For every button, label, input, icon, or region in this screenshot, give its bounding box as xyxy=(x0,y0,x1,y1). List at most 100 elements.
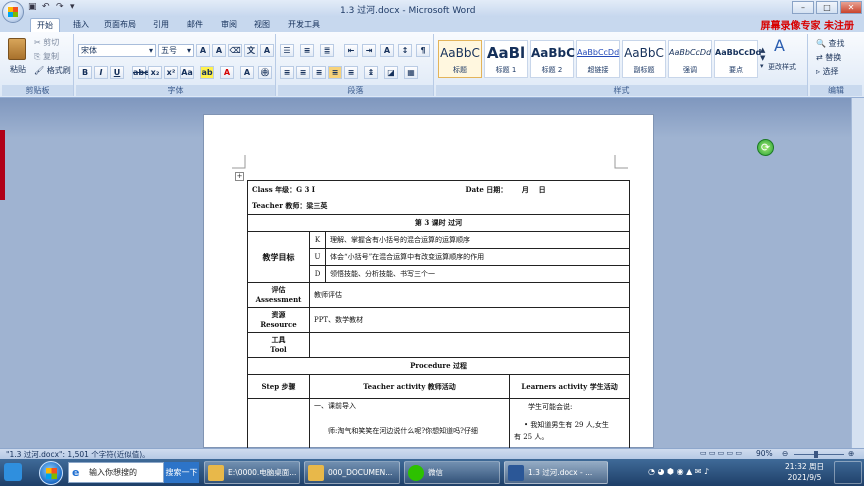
font-size-select[interactable]: 五号 ▾ xyxy=(158,44,194,57)
zoom-slider-thumb[interactable] xyxy=(814,451,818,458)
document-page[interactable]: + Class 年级：G 3 I Date 日期： 月 日 Teacher 教师… xyxy=(203,114,654,459)
decrease-indent-icon[interactable]: ⇤ xyxy=(344,44,358,57)
qat-dropdown-icon[interactable]: ▾ xyxy=(70,2,75,12)
chinese-layout-icon[interactable]: A xyxy=(380,44,394,57)
find-button[interactable]: 🔍 查找 xyxy=(816,38,845,49)
tab-review[interactable]: 审阅 xyxy=(221,18,237,32)
highlight-icon[interactable]: ab xyxy=(200,66,214,79)
paste-icon[interactable] xyxy=(8,38,26,60)
style-emphasis[interactable]: AaBbCcDd 强调 xyxy=(668,40,712,78)
shading-icon[interactable]: ◪ xyxy=(384,66,398,79)
cut-button[interactable]: ✂ 剪切 xyxy=(34,37,59,48)
tab-view[interactable]: 视图 xyxy=(254,18,270,32)
underline-icon[interactable]: U xyxy=(110,66,124,79)
char-shading-icon[interactable]: A xyxy=(240,66,254,79)
vertical-scrollbar[interactable] xyxy=(851,98,864,448)
minimize-button[interactable]: – xyxy=(792,1,814,14)
tray-icons[interactable]: ◔ ◕ ⬢ ◉ ▲ ✉ ♪ xyxy=(648,467,709,476)
line-spacing-icon[interactable]: ↨ xyxy=(364,66,378,79)
tab-home[interactable]: 开始 xyxy=(30,18,60,32)
paste-button[interactable]: 粘贴 xyxy=(10,64,26,75)
style-title[interactable]: AaBbC 标题 xyxy=(438,40,482,78)
teacher-line-2: 师:淘气和笑笑在河边说什么呢?你想知道吗?仔细 xyxy=(328,427,478,435)
format-painter-button[interactable]: 🖌 格式刷 xyxy=(34,65,71,76)
ribbon-tabs: 开始 插入 页面布局 引用 邮件 审阅 视图 开发工具 屏幕录像专家 未注册 xyxy=(0,17,864,32)
style-subtitle[interactable]: AaBbC 副标题 xyxy=(622,40,666,78)
show-desktop-button[interactable] xyxy=(834,461,862,484)
align-center-icon[interactable]: ≡ xyxy=(296,66,310,79)
redo-icon[interactable]: ↷ xyxy=(56,2,64,12)
copy-button[interactable]: ⎘ 复制 xyxy=(34,51,59,62)
sort-icon[interactable]: ↕ xyxy=(398,44,412,57)
style-heading-1[interactable]: AaBl 标题 1 xyxy=(484,40,528,78)
numbering-icon[interactable]: ≡ xyxy=(300,44,314,57)
close-button[interactable]: ✕ xyxy=(840,1,862,14)
justify-icon[interactable]: ≡ xyxy=(328,66,342,79)
replace-button[interactable]: ⇄ 替换 xyxy=(816,52,841,63)
refresh-icon[interactable]: ⟳ xyxy=(757,139,774,156)
zoom-level[interactable]: 90% xyxy=(756,449,773,458)
maximize-button[interactable]: □ xyxy=(816,1,838,14)
change-styles-icon[interactable]: A xyxy=(774,36,785,55)
zoom-out-icon[interactable]: ⊖ xyxy=(782,449,788,458)
show-marks-icon[interactable]: ¶ xyxy=(416,44,430,57)
align-left-icon[interactable]: ≡ xyxy=(280,66,294,79)
recorder-watermark: 屏幕录像专家 未注册 xyxy=(760,21,854,32)
status-bar: "1.3 过河.docx": 1,501 个字符(近似值)。 ▭ ▭ ▭ ▭ ▭… xyxy=(0,448,864,459)
styles-scroll-icon[interactable]: ▲ ▼ ▾ xyxy=(760,46,765,70)
select-button[interactable]: ▹ 选择 xyxy=(816,66,839,77)
wechat-icon xyxy=(408,465,424,481)
strikethrough-icon[interactable]: abc xyxy=(132,66,149,79)
class-row: Class 年级：G 3 I Date 日期： 月 日 xyxy=(246,180,631,198)
bullets-icon[interactable]: ☰ xyxy=(280,44,294,57)
task-explorer-2[interactable]: 000_DOCUMEN... xyxy=(304,461,400,484)
clear-format-icon[interactable]: ⌫ xyxy=(228,44,242,57)
distributed-icon[interactable]: ≡ xyxy=(344,66,358,79)
tool-value xyxy=(308,332,631,358)
char-border-icon[interactable]: A xyxy=(260,44,274,57)
italic-icon[interactable]: I xyxy=(94,66,108,79)
subscript-icon[interactable]: x₂ xyxy=(148,66,162,79)
zoom-slider[interactable] xyxy=(794,454,844,455)
grow-font-icon[interactable]: A xyxy=(196,44,210,57)
tab-insert[interactable]: 插入 xyxy=(73,18,89,32)
align-right-icon[interactable]: ≡ xyxy=(312,66,326,79)
change-styles-button[interactable]: 更改样式 xyxy=(768,62,796,72)
objectives-label: 教学目标 xyxy=(247,231,310,283)
task-word[interactable]: 1.3 过河.docx - ... xyxy=(504,461,608,484)
font-color-icon[interactable]: A xyxy=(220,66,234,79)
style-hyperlink[interactable]: AaBbCcDd 超链接 xyxy=(576,40,620,78)
undo-icon[interactable]: ↶ xyxy=(42,2,50,12)
clock[interactable]: 21:32 周日 2021/9/5 xyxy=(785,461,824,483)
superscript-icon[interactable]: x² xyxy=(164,66,178,79)
borders-icon[interactable]: ▦ xyxy=(404,66,418,79)
task-wechat[interactable]: 微信 xyxy=(404,461,500,484)
zoom-in-icon[interactable]: ⊕ xyxy=(848,449,854,458)
table-move-handle[interactable]: + xyxy=(235,172,244,181)
style-heading-2[interactable]: AaBbC 标题 2 xyxy=(530,40,575,78)
tab-page-layout[interactable]: 页面布局 xyxy=(104,18,136,32)
app-launcher-icon[interactable] xyxy=(4,463,22,481)
increase-indent-icon[interactable]: ⇥ xyxy=(362,44,376,57)
change-case-icon[interactable]: Aa xyxy=(180,66,194,79)
procedure-header: Procedure 过程 xyxy=(246,357,631,375)
task-explorer-1[interactable]: E:\0000.电脑桌面... xyxy=(204,461,300,484)
bold-icon[interactable]: B xyxy=(78,66,92,79)
start-button[interactable] xyxy=(39,461,63,485)
font-name-select[interactable]: 宋体 ▾ xyxy=(78,44,156,57)
view-buttons[interactable]: ▭ ▭ ▭ ▭ ▭ xyxy=(700,449,742,457)
tab-mailings[interactable]: 邮件 xyxy=(187,18,203,32)
style-strong[interactable]: AaBbCcDd 要点 xyxy=(714,40,761,78)
pinyin-icon[interactable]: 文 xyxy=(244,44,258,57)
enclose-char-icon[interactable]: ㊥ xyxy=(258,66,272,79)
save-icon[interactable]: ▣ xyxy=(28,2,37,12)
window-title: 1.3 过河.docx - Microsoft Word xyxy=(340,6,476,16)
taskbar-search-input[interactable]: e 输入你想搜的 xyxy=(68,462,164,483)
multilevel-list-icon[interactable]: ≣ xyxy=(320,44,334,57)
editing-label: 编辑 xyxy=(810,85,862,96)
office-button[interactable] xyxy=(2,1,24,23)
shrink-font-icon[interactable]: A xyxy=(212,44,226,57)
taskbar-search-button[interactable]: 搜索一下 xyxy=(164,462,199,483)
tab-references[interactable]: 引用 xyxy=(153,18,169,32)
tab-developer[interactable]: 开发工具 xyxy=(288,18,320,32)
